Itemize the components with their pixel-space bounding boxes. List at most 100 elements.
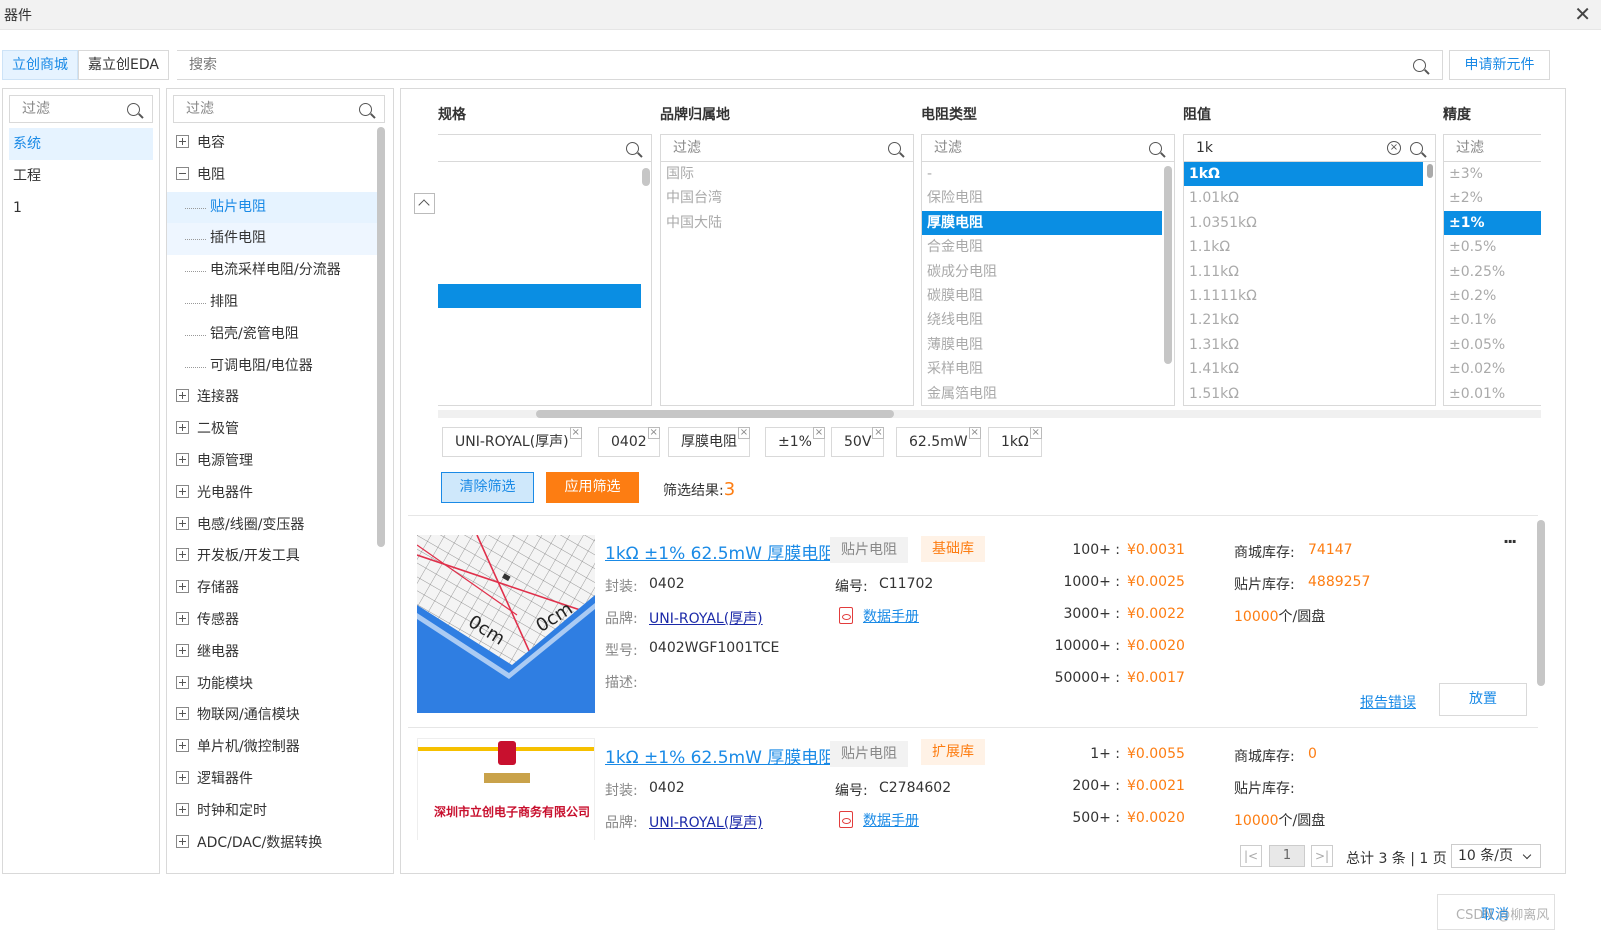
remove-chip-icon[interactable]: × [569, 427, 582, 439]
tree-group[interactable]: 二极管 [167, 414, 377, 446]
last-page-icon[interactable]: >| [1311, 845, 1333, 867]
product-title-link[interactable]: 1kΩ ±1% 62.5mW 厚膜电阻 [605, 539, 835, 564]
remove-chip-icon[interactable]: × [1029, 427, 1042, 439]
remove-chip-icon[interactable]: × [968, 427, 981, 439]
tolerance-option[interactable]: ±1% [1444, 210, 1541, 236]
tree-group[interactable]: 功能模块 [167, 669, 377, 701]
expand-icon[interactable] [176, 675, 189, 689]
resistance-option[interactable]: 1.0351kΩ [1184, 211, 1435, 235]
tree-item[interactable]: 可调电阻/电位器 [167, 351, 377, 383]
category-filter-input[interactable] [174, 96, 342, 122]
resistor-type-option[interactable]: 保险电阻 [922, 186, 1174, 210]
resistance-option[interactable]: 1.51kΩ [1184, 382, 1435, 405]
library-item-system[interactable]: 系统 [9, 128, 153, 160]
page-size-select[interactable]: 10 条/页 [1451, 844, 1541, 868]
search-input[interactable] [177, 51, 1377, 79]
close-icon[interactable]: ✕ [1574, 2, 1591, 26]
current-page[interactable]: 1 [1269, 845, 1305, 867]
resistance-option[interactable]: 1.1111kΩ [1184, 284, 1435, 308]
resistance-option[interactable]: 1.31kΩ [1184, 333, 1435, 357]
expand-icon[interactable] [176, 484, 189, 498]
tree-item[interactable]: 插件电阻 [167, 223, 377, 256]
report-error-link[interactable]: 报告错误 [1360, 692, 1416, 712]
tolerance-option[interactable]: ±0.5% [1444, 235, 1541, 259]
resistor-type-option[interactable]: 合金电阻 [922, 235, 1174, 259]
spec-scrollbar[interactable] [642, 168, 650, 186]
resistor-type-option[interactable]: 碳膜电阻 [922, 284, 1174, 308]
expand-icon[interactable] [176, 611, 189, 625]
library-item-1[interactable]: 1 [9, 192, 153, 224]
cancel-button[interactable]: 取消 CSDN @柳离风 [1437, 894, 1555, 930]
results-scrollbar[interactable] [1537, 520, 1545, 686]
expand-icon[interactable] [176, 548, 189, 562]
place-button[interactable]: 放置 [1439, 683, 1527, 716]
resistor-type-option[interactable]: 碳成分电阻 [922, 260, 1174, 284]
brand-region-filter-input[interactable] [661, 135, 863, 161]
collapse-up-icon[interactable] [414, 193, 435, 214]
resistance-option[interactable]: 1.11kΩ [1184, 260, 1435, 284]
expand-icon[interactable] [176, 516, 189, 530]
collapse-icon[interactable] [176, 166, 189, 180]
tolerance-filter-input[interactable] [1444, 135, 1522, 161]
expand-icon[interactable] [176, 834, 189, 848]
tree-item[interactable]: 排阻 [167, 287, 377, 319]
brand-region-option[interactable]: 国际 [661, 162, 913, 186]
tolerance-option[interactable]: ±0.2% [1444, 284, 1541, 308]
expand-icon[interactable] [176, 643, 189, 657]
tolerance-option[interactable]: ±0.02% [1444, 357, 1541, 381]
expand-icon[interactable] [176, 452, 189, 466]
search-icon[interactable] [888, 142, 901, 155]
search-icon[interactable] [359, 103, 372, 116]
expand-icon[interactable] [176, 770, 189, 784]
expand-icon[interactable] [176, 389, 189, 403]
search-icon[interactable] [1413, 59, 1426, 72]
tolerance-option[interactable]: ±2% [1444, 186, 1541, 210]
apply-filter-button[interactable]: 应用筛选 [546, 472, 639, 503]
search-icon[interactable] [127, 103, 140, 116]
search-icon[interactable] [1149, 142, 1162, 155]
remove-chip-icon[interactable]: × [647, 427, 660, 439]
resistance-option[interactable]: 1.21kΩ [1184, 308, 1435, 332]
tree-group[interactable]: 存储器 [167, 573, 377, 605]
tolerance-option[interactable]: ±0.1% [1444, 308, 1541, 332]
resistor-type-option[interactable]: 采样电阻 [922, 357, 1174, 381]
resistance-option[interactable]: 1kΩ [1184, 162, 1423, 187]
brand-region-option[interactable]: 中国大陆 [661, 211, 913, 235]
tree-group[interactable]: 电阻 [167, 160, 377, 192]
resistance-option[interactable]: 1.01kΩ [1184, 186, 1435, 210]
tree-item[interactable]: 贴片电阻 [167, 191, 377, 224]
tolerance-option[interactable]: ±0.01% [1444, 382, 1541, 405]
library-filter-input[interactable] [10, 96, 124, 122]
expand-icon[interactable] [176, 707, 189, 721]
product-title-link[interactable]: 1kΩ ±1% 62.5mW 厚膜电阻 [605, 743, 835, 768]
result-item[interactable]: 0cm 0cm 1kΩ ±1% 62.5mW 厚膜电阻 贴片电阻 基础库 封装:… [408, 516, 1538, 728]
tree-group[interactable]: 单片机/微控制器 [167, 732, 377, 764]
tree-group[interactable]: 光电器件 [167, 478, 377, 510]
tree-group[interactable]: 时钟和定时 [167, 796, 377, 828]
tree-item[interactable]: 铝壳/瓷管电阻 [167, 319, 377, 351]
tree-item[interactable]: 电流采样电阻/分流器 [167, 255, 377, 287]
remove-chip-icon[interactable]: × [812, 427, 825, 439]
resistor-type-option[interactable]: 薄膜电阻 [922, 333, 1174, 357]
resistance-option[interactable]: 1.1kΩ [1184, 235, 1435, 259]
resistance-filter-input[interactable] [1184, 135, 1385, 161]
tolerance-option[interactable]: ±0.25% [1444, 260, 1541, 284]
tree-group[interactable]: 继电器 [167, 637, 377, 669]
expand-icon[interactable] [176, 739, 189, 753]
columns-hscroll-thumb[interactable] [536, 410, 894, 418]
tolerance-option[interactable]: ±0.05% [1444, 333, 1541, 357]
expand-icon[interactable] [176, 421, 189, 435]
tab-jlceda[interactable]: 嘉立创EDA [78, 50, 169, 80]
tree-group[interactable]: 物联网/通信模块 [167, 700, 377, 732]
tree-group[interactable]: 电源管理 [167, 446, 377, 478]
resistor-type-option[interactable]: 厚膜电阻 [922, 210, 1162, 236]
resistance-scrollbar[interactable] [1427, 164, 1433, 178]
tree-group[interactable]: ADC/DAC/数据转换 [167, 828, 377, 860]
datasheet-link[interactable]: 数据手册 [863, 609, 919, 625]
resistance-option[interactable]: 1.41kΩ [1184, 357, 1435, 381]
clear-icon[interactable]: × [1387, 141, 1401, 155]
resistor-type-option[interactable]: 绕线电阻 [922, 308, 1174, 332]
tree-group[interactable]: 逻辑器件 [167, 764, 377, 796]
expand-icon[interactable] [176, 135, 189, 148]
tree-group[interactable]: 电感/线圈/变压器 [167, 510, 377, 542]
